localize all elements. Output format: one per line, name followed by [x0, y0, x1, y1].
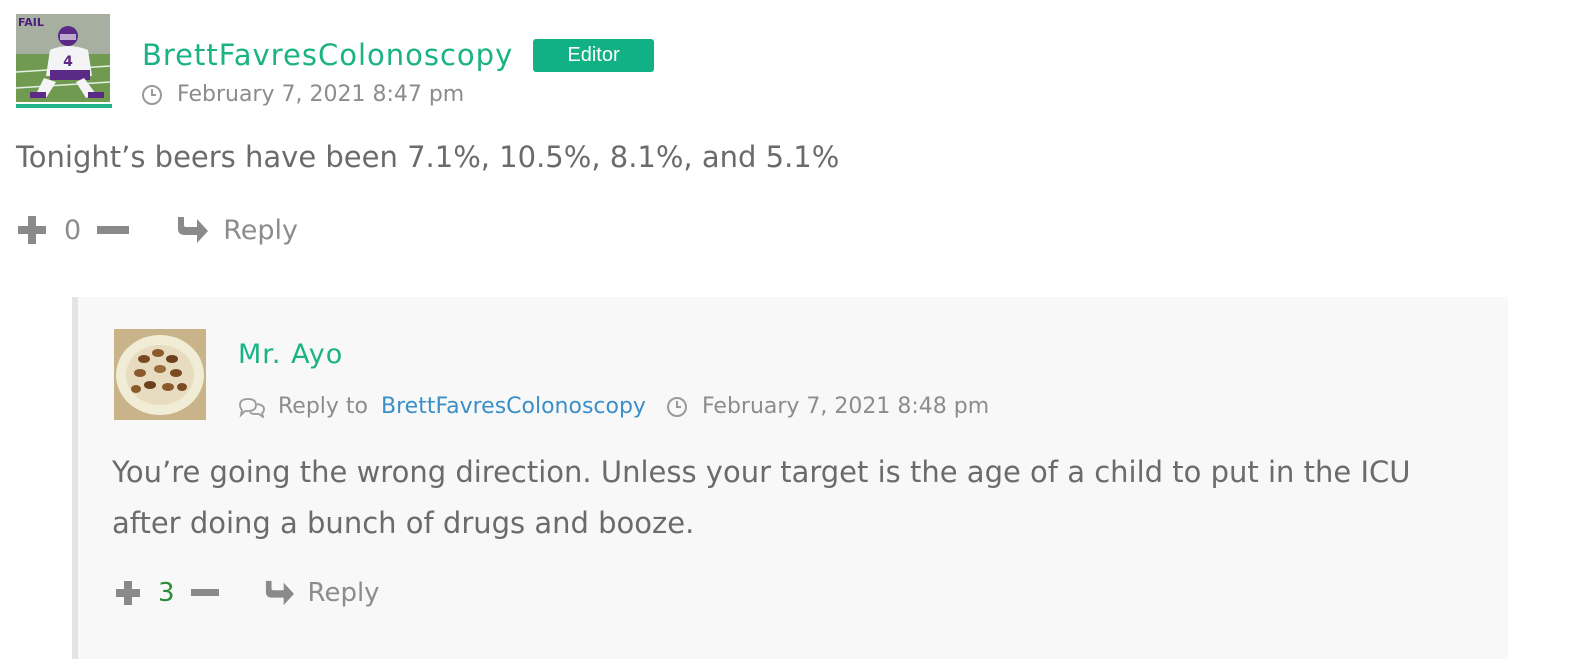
comment-author[interactable]: BrettFavresColonoscopy [142, 38, 513, 72]
reply-arrow-icon[interactable] [175, 215, 209, 245]
avatar-underline [16, 104, 112, 108]
reply-avatar [114, 329, 206, 420]
reply-meta: Reply to BrettFavresColonoscopy February… [238, 394, 989, 419]
avatar-link[interactable]: 4 FAIL [16, 14, 112, 108]
reply-author[interactable]: Mr. Ayo [238, 339, 343, 370]
plus-icon[interactable] [114, 579, 142, 607]
avatar-caption: FAIL [18, 16, 44, 29]
reply-to-label: Reply to [278, 394, 369, 419]
reply-date[interactable]: February 7, 2021 8:48 pm [702, 394, 989, 419]
comments-icon [239, 397, 265, 418]
plus-icon[interactable] [16, 214, 48, 246]
reply-text-line-2: after doing a bunch of drugs and booze. [112, 506, 695, 540]
reply-to-author-link[interactable]: BrettFavresColonoscopy [381, 394, 646, 419]
reply-arrow-icon[interactable] [263, 579, 295, 607]
clock-icon [142, 84, 162, 105]
minus-icon[interactable] [97, 214, 130, 246]
vote-count: 3 [158, 578, 175, 608]
comment-actions: 0 Reply [16, 214, 298, 246]
reply-actions: 3 Reply [114, 578, 380, 608]
reply-button[interactable]: Reply [308, 578, 380, 608]
comment-date[interactable]: February 7, 2021 8:47 pm [177, 82, 464, 107]
reply-text-line-1: You’re going the wrong direction. Unless… [112, 455, 1411, 489]
vote-count: 0 [64, 214, 82, 246]
comment-meta: February 7, 2021 8:47 pm [141, 82, 464, 107]
minus-icon[interactable] [190, 579, 219, 607]
comment-text: Tonight’s beers have been 7.1%, 10.5%, 8… [16, 140, 840, 174]
avatar: 4 FAIL [16, 14, 110, 102]
reply-button[interactable]: Reply [223, 215, 298, 246]
avatar-jersey-number: 4 [63, 54, 73, 70]
editor-badge: Editor [533, 39, 654, 72]
reply-comment: Mr. Ayo Reply to BrettFavresColonoscopy … [72, 297, 1508, 659]
clock-icon [666, 396, 687, 417]
